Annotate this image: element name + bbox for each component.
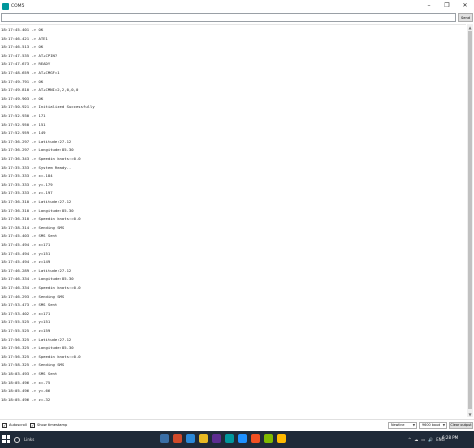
output-line: 18:17:48.659 -> AT+CMGF=1 bbox=[1, 70, 60, 75]
output-line: 18:17:49.810 -> AT+CMNI=2,2,0,0,0 bbox=[1, 87, 79, 93]
output-line: 18:17:36.343 -> Speedin knots:=0.0 bbox=[1, 156, 81, 161]
taskbar-app-icon[interactable] bbox=[173, 434, 182, 443]
taskbar-app-icon[interactable] bbox=[225, 434, 234, 443]
output-line: 18:17:53.473 -> SMS Sent bbox=[1, 302, 58, 308]
output-line: 18:17:50.921 -> Initialized Successfully bbox=[1, 104, 95, 110]
taskbar-search[interactable]: Links bbox=[14, 435, 34, 444]
timestamp-label: Show timestamp bbox=[37, 423, 68, 427]
output-line: 18:17:49.791 -> OK bbox=[1, 78, 44, 84]
search-icon bbox=[14, 436, 20, 443]
output-line: 18:17:55.525 -> z=159 bbox=[1, 328, 51, 333]
output-line: 18:17:36.310 -> Longitude:85.30 bbox=[1, 207, 74, 213]
taskbar-app-icon[interactable] bbox=[212, 434, 221, 443]
title-bar: COM5 – ❐ ✕ bbox=[0, 0, 474, 12]
search-text: Links bbox=[24, 437, 35, 442]
output-line: 18:17:45.403 -> SMS Sent bbox=[1, 233, 58, 239]
output-line: 18:17:56.325 -> Longitude:85.30 bbox=[1, 345, 74, 351]
autoscroll-checkbox[interactable]: ✓ bbox=[2, 423, 7, 428]
output-line: 18:17:46.334 -> Longitude:85.30 bbox=[1, 276, 74, 282]
vertical-scrollbar[interactable]: ▲ ▼ bbox=[467, 24, 473, 417]
output-line: 18:17:45.494 -> z=149 bbox=[1, 259, 51, 265]
maximize-button[interactable]: ❐ bbox=[438, 0, 456, 12]
window-controls: – ❐ ✕ bbox=[420, 0, 474, 12]
windows-start-icon[interactable] bbox=[2, 435, 10, 443]
send-button[interactable]: Send bbox=[458, 13, 473, 22]
output-line: 18:17:35.333 -> System Ready.. bbox=[1, 164, 72, 170]
autoscroll-label: Autoscroll bbox=[9, 423, 27, 427]
taskbar-apps bbox=[160, 434, 290, 445]
taskbar-app-icon[interactable] bbox=[277, 434, 286, 443]
serial-input[interactable] bbox=[1, 13, 456, 22]
scroll-thumb[interactable] bbox=[468, 31, 472, 409]
output-line: 18:17:35.333 -> z=-197 bbox=[1, 190, 53, 196]
output-line: 18:17:46.513 -> OK bbox=[1, 44, 44, 50]
taskbar: Links ^ ☁ ▭ 🔊 ENG 6:28 PM bbox=[0, 431, 474, 448]
baud-rate-select[interactable]: 9600 baud ▼ bbox=[419, 422, 447, 429]
taskbar-app-icon[interactable] bbox=[186, 434, 195, 443]
send-bar: Send bbox=[0, 13, 474, 23]
output-line: 18:17:47.673 -> READY bbox=[1, 61, 51, 67]
tray-icon[interactable]: ▭ bbox=[421, 437, 425, 442]
chevron-down-icon: ▼ bbox=[412, 423, 415, 427]
taskbar-app-icon[interactable] bbox=[160, 434, 169, 443]
tray-icon[interactable]: ☁ bbox=[414, 437, 418, 442]
output-line: 18:17:47.535 -> AT+CPIN? bbox=[1, 52, 58, 58]
minimize-button[interactable]: – bbox=[420, 0, 438, 12]
output-line: 18:17:52.930 -> 171 bbox=[1, 113, 46, 118]
options-bar: ✓ Autoscroll ✓ Show timestamp Newline ▼ … bbox=[0, 419, 474, 430]
output-line: 18:17:46.293 -> Sending SMS bbox=[1, 293, 65, 299]
output-line: 18:17:45.401 -> OK bbox=[1, 27, 44, 32]
output-line: 18:17:46.334 -> Speedin knots:=0.0 bbox=[1, 285, 81, 290]
output-line: 18:17:56.325 -> Speedin knots:=0.0 bbox=[1, 353, 81, 359]
output-line: 18:17:36.297 -> Latitude:27.12 bbox=[1, 138, 72, 144]
output-line: 18:17:45.494 -> x=171 bbox=[1, 242, 51, 247]
window-title: COM5 bbox=[11, 3, 25, 9]
serial-output[interactable]: 18:17:45.401 -> OK 18:17:46.421 -> ATE1 18… bbox=[0, 24, 466, 417]
output-line: 18:17:56.325 -> Latitude:27.12 bbox=[1, 336, 72, 342]
tray-icon[interactable]: 🔊 bbox=[428, 437, 433, 442]
output-line: 18:17:36.297 -> Longitude:85.30 bbox=[1, 147, 74, 153]
output-line: 18:17:45.494 -> y=151 bbox=[1, 250, 51, 256]
scroll-up-icon[interactable]: ▲ bbox=[467, 24, 473, 30]
tray-icon[interactable]: ^ bbox=[408, 437, 411, 442]
output-line: 18:17:52.959 -> 149 bbox=[1, 130, 46, 136]
output-line: 18:17:38.314 -> Sending SMS bbox=[1, 224, 65, 230]
output-line: 18:18:05.496 -> y=-66 bbox=[1, 388, 51, 394]
chevron-down-icon: ▼ bbox=[442, 423, 445, 427]
output-line: 18:17:58.325 -> Sending SMS bbox=[1, 362, 65, 368]
output-line: 18:18:05.496 -> z=-32 bbox=[1, 396, 51, 402]
clock[interactable]: 6:28 PM bbox=[442, 435, 458, 440]
timestamp-checkbox[interactable]: ✓ bbox=[30, 423, 35, 428]
scroll-down-icon[interactable]: ▼ bbox=[467, 411, 473, 417]
output-line: 18:18:03.493 -> SMS Sent bbox=[1, 371, 58, 376]
baud-rate-value: 9600 baud bbox=[422, 423, 441, 427]
output-line: 18:17:52.950 -> 151 bbox=[1, 121, 46, 127]
output-line: 18:17:46.421 -> ATE1 bbox=[1, 35, 48, 41]
output-line: 18:17:46.289 -> Latitude:27.12 bbox=[1, 267, 72, 273]
output-line: 18:17:36.310 -> Speedin knots:=0.0 bbox=[1, 216, 81, 222]
taskbar-app-icon[interactable] bbox=[238, 434, 247, 443]
taskbar-app-icon[interactable] bbox=[199, 434, 208, 443]
taskbar-app-icon[interactable] bbox=[251, 434, 260, 443]
line-ending-value: Newline bbox=[391, 423, 405, 427]
output-line: 18:17:35.333 -> x=-184 bbox=[1, 173, 53, 179]
taskbar-app-icon[interactable] bbox=[264, 434, 273, 443]
clear-output-button[interactable]: Clear output bbox=[449, 422, 473, 429]
output-line: 18:17:35.333 -> y=-179 bbox=[1, 181, 53, 187]
output-line: 18:18:05.496 -> x=-75 bbox=[1, 379, 51, 385]
output-line: 18:17:36.310 -> Latitude:27.12 bbox=[1, 199, 72, 204]
output-line: 18:17:53.402 -> x=171 bbox=[1, 310, 51, 316]
line-ending-select[interactable]: Newline ▼ bbox=[388, 422, 417, 429]
arduino-app-icon bbox=[2, 2, 9, 10]
output-line: 18:17:49.903 -> OK bbox=[1, 95, 44, 101]
output-line: 18:17:55.525 -> y=151 bbox=[1, 319, 51, 325]
close-button[interactable]: ✕ bbox=[456, 0, 474, 12]
